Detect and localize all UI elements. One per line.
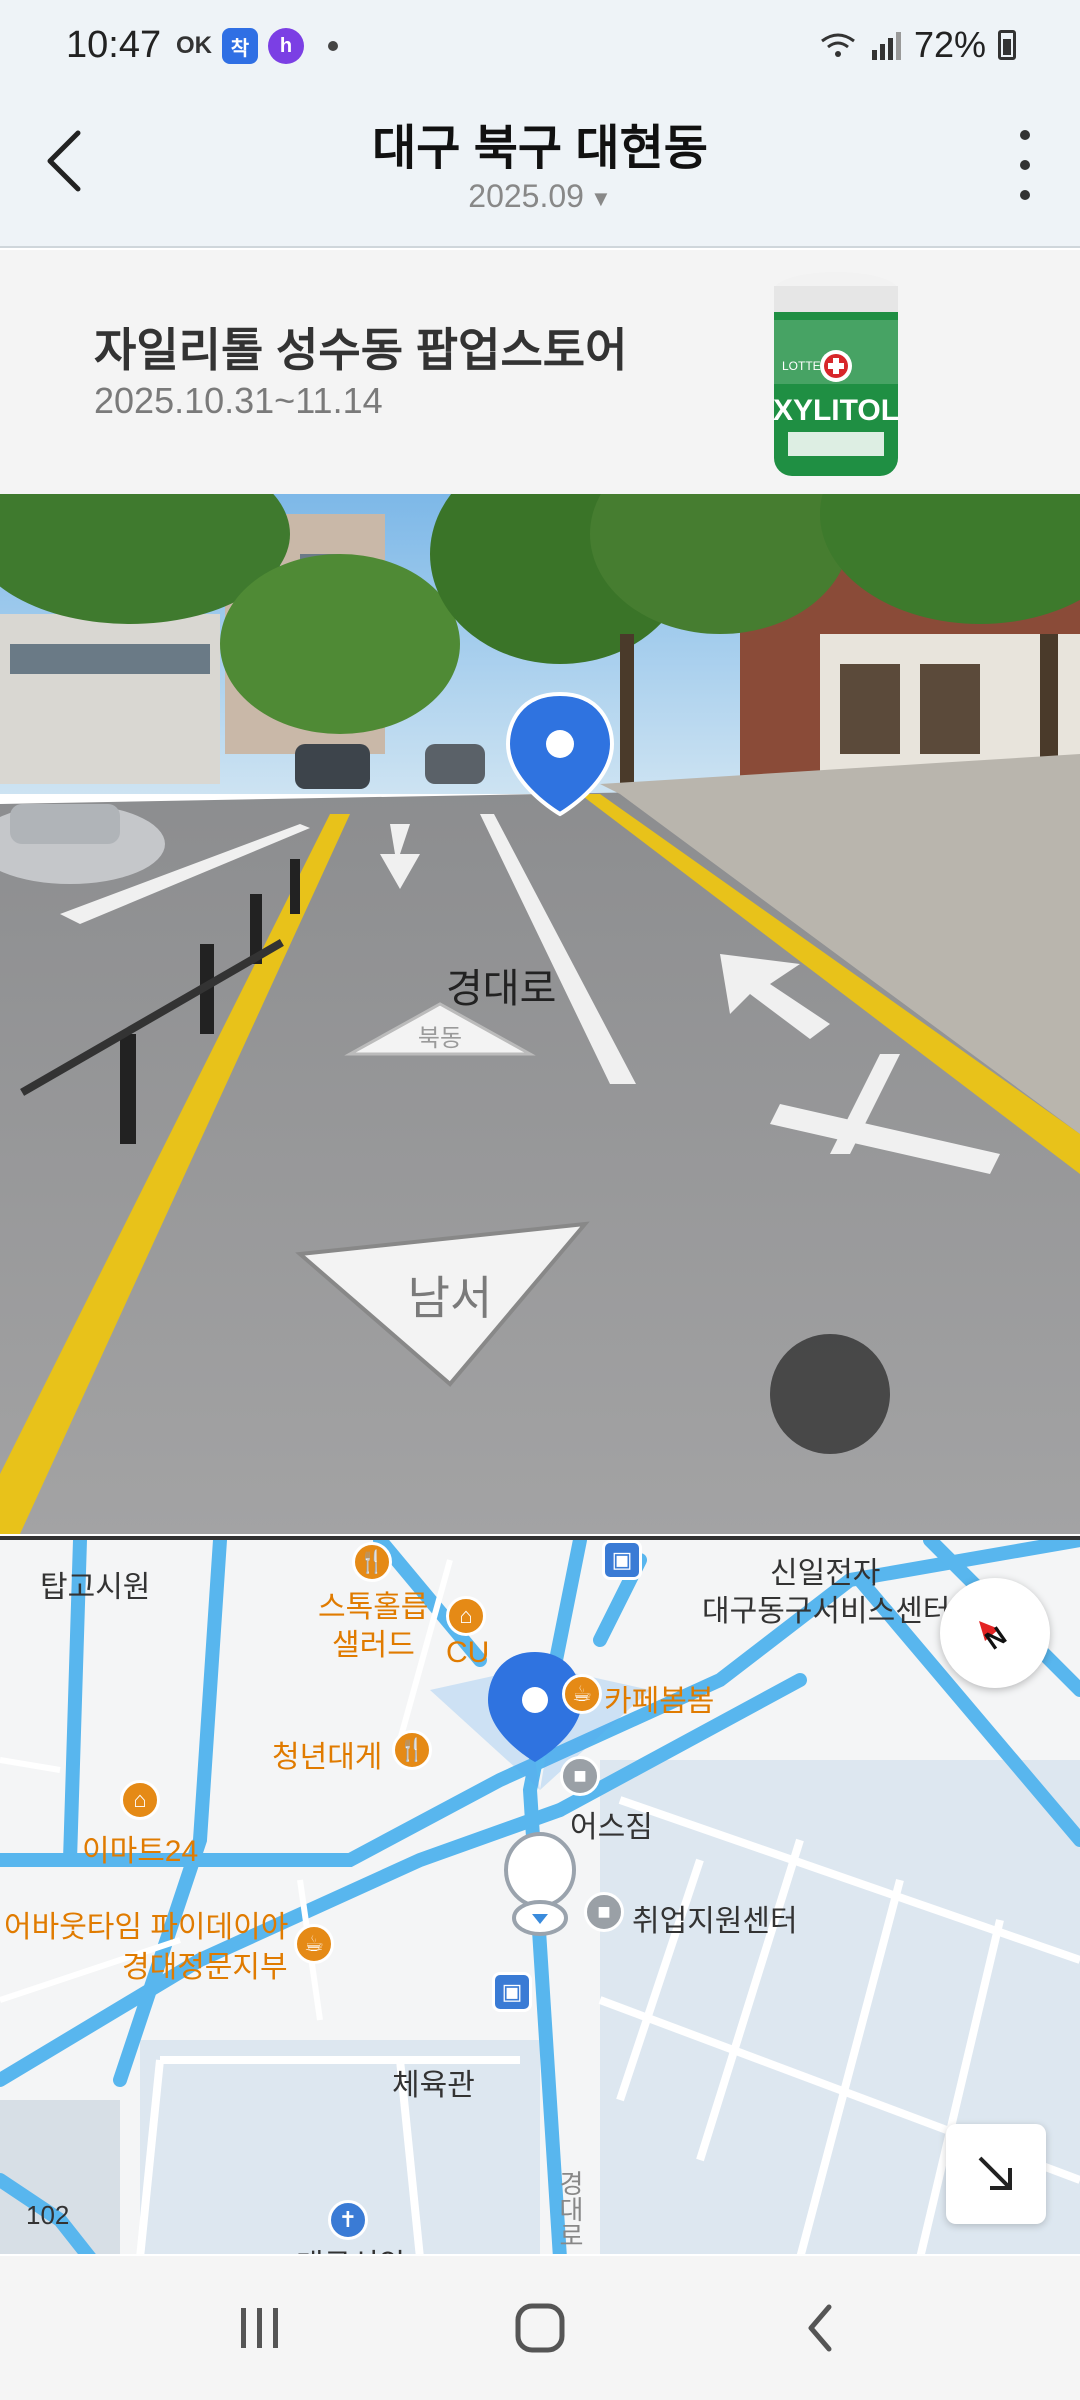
street-view-panorama[interactable]: 북동 남서 경대로 <box>0 494 1080 1534</box>
street-view-image: 북동 남서 <box>0 494 1080 1534</box>
header: 대구 북구 대현동 2025.09 ▼ <box>0 96 1080 248</box>
map-roads <box>0 1540 1080 2254</box>
more-notifications-dot <box>328 41 338 51</box>
battery-percent: 72% <box>913 24 986 65</box>
mini-map[interactable]: 🍴 ⌂ ☕ 🍴 ⌂ ■ ■ ☕ ▣ ▣ ✝ 탑고시원 스톡홀릅 샐러드 CU 신… <box>0 1536 1080 2254</box>
restaurant-icon[interactable]: 🍴 <box>352 1542 392 1582</box>
system-nav-bar <box>0 2256 1080 2400</box>
system-back-button[interactable] <box>770 2278 870 2378</box>
system-back-icon <box>808 2304 832 2352</box>
home-button[interactable] <box>490 2278 590 2378</box>
ok-cashbag-icon: OK <box>176 32 212 59</box>
svg-text:LOTTE: LOTTE <box>782 359 821 373</box>
convenience-store-icon[interactable]: ⌂ <box>446 1596 486 1636</box>
map-label-about-1: 어바웃타임 파이데이아 <box>4 1911 289 1944</box>
wifi-icon <box>821 33 855 57</box>
map-label-tapgo: 탑고시원 <box>40 1571 151 1604</box>
page-title: 대구 북구 대현동 <box>372 122 708 175</box>
map-label-emart: 이마트24 <box>82 1835 199 1868</box>
map-label-cheongnyeon: 청년대게 <box>272 1741 383 1774</box>
bus-stop-icon[interactable]: ▣ <box>602 1540 642 1580</box>
ad-banner[interactable]: 자일리톨 성수동 팝업스토어 2025.10.31~11.14 LOTTE XY… <box>0 250 1080 494</box>
status-bar: 10:47 OK 착 h 72% <box>0 0 1080 96</box>
map-label-shinil-2: 대구동구서비스센터 <box>702 1595 951 1628</box>
more-options-button[interactable] <box>1010 130 1040 200</box>
ad-title: 자일리톨 성수동 팝업스토어 <box>94 324 628 376</box>
status-time: 10:47 <box>66 24 162 66</box>
map-label-cafe: 카페봄봄 <box>604 1685 715 1718</box>
compass-icon: N <box>979 1620 1012 1655</box>
signal-icon <box>871 32 901 60</box>
map-label-stock-salad-2: 샐러드 <box>332 1629 415 1662</box>
map-label-gym: 체육관 <box>392 2069 475 2102</box>
app-badge-icon: 착 <box>222 28 258 64</box>
date-selector[interactable]: 2025.09 ▼ <box>0 178 1080 215</box>
road-name-label: 경대로 <box>446 967 557 1011</box>
cafe-icon[interactable]: ☕ <box>294 1924 334 1964</box>
more-vertical-icon-dot <box>1020 190 1030 200</box>
map-label-biz: 어스짐 <box>570 1811 653 1844</box>
bus-stop-icon[interactable]: ▣ <box>492 1972 532 2012</box>
map-label-road: 경대로 <box>555 2170 585 2248</box>
recent-apps-icon <box>241 2308 278 2348</box>
church-icon[interactable]: ✝ <box>328 2200 368 2240</box>
more-vertical-icon-dot <box>1020 160 1030 170</box>
building-icon[interactable]: ■ <box>560 1756 600 1796</box>
svg-text:XYLITOL: XYLITOL <box>773 394 899 427</box>
map-label-cu: CU <box>446 1636 490 1669</box>
svg-text:북동: 북동 <box>418 1025 462 1052</box>
restaurant-icon[interactable]: 🍴 <box>392 1730 432 1770</box>
building-icon[interactable]: ■ <box>584 1892 624 1932</box>
map-label-about-2: 경대정문지부 <box>122 1951 288 1984</box>
compass-button[interactable]: N <box>940 1578 1050 1688</box>
cafe-icon[interactable]: ☕ <box>562 1674 602 1714</box>
app-h-icon: h <box>268 28 304 64</box>
xylitol-product-image: LOTTE XYLITOL <box>773 272 899 476</box>
map-label-job: 취업지원센터 <box>632 1905 798 1938</box>
expand-map-button[interactable] <box>946 2124 1046 2224</box>
map-label-bottom-cut: 대구신암 <box>296 2240 406 2254</box>
battery-icon <box>998 30 1016 60</box>
home-icon <box>515 2303 565 2353</box>
more-vertical-icon <box>1020 130 1030 140</box>
date-selector-label: 2025.09 <box>468 178 584 214</box>
expand-arrow-icon <box>978 2156 1012 2190</box>
convenience-store-icon[interactable]: ⌂ <box>120 1780 160 1820</box>
notification-icons: OK 착 h <box>176 28 338 64</box>
ad-date-range: 2025.10.31~11.14 <box>94 380 383 421</box>
status-right: 72% <box>818 24 1016 66</box>
recent-apps-button[interactable] <box>210 2278 310 2378</box>
map-label-num: 102 <box>26 2200 70 2230</box>
svg-text:남서: 남서 <box>408 1272 493 1324</box>
chevron-down-icon: ▼ <box>589 185 612 211</box>
